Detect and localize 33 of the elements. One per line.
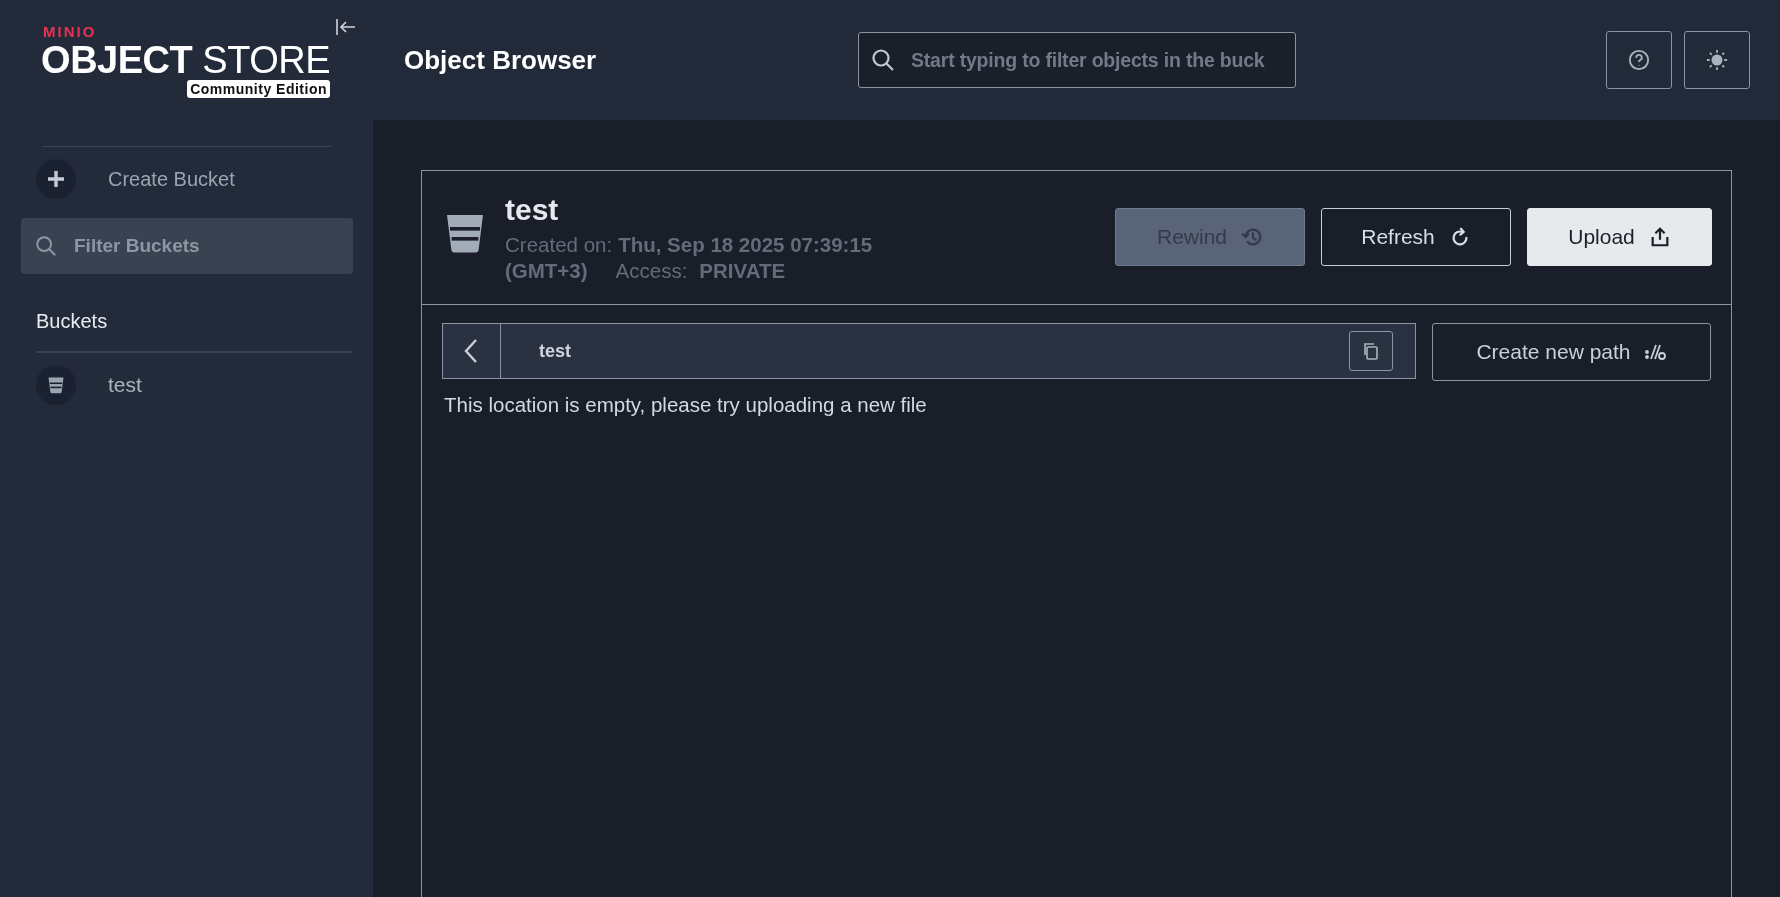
history-icon [1241,226,1263,248]
bucket-icon [46,375,66,395]
refresh-button[interactable]: Refresh [1321,208,1511,266]
sun-icon [1706,49,1728,71]
access-label: Access: [615,258,688,283]
search-icon [871,48,895,72]
bucket-list-item[interactable]: test [36,365,142,405]
search-icon [35,235,57,257]
access-value: PRIVATE [699,258,786,283]
collapse-sidebar-icon[interactable] [335,16,357,38]
copy-icon [1362,342,1380,360]
help-button[interactable] [1606,31,1672,89]
section-title: Buckets [36,310,109,333]
empty-message: This location is empty, please try uploading a new file [444,393,928,417]
filter-buckets-field[interactable]: Filter Buckets [21,218,353,274]
help-icon [1628,49,1650,71]
upload-button[interactable]: Upload [1527,208,1712,266]
theme-toggle-button[interactable] [1684,31,1750,89]
search-field[interactable]: Start typing to filter objects in the buck [858,32,1296,88]
plus-icon [46,169,66,189]
timezone-text: (GMT+3) [505,258,588,283]
create-path-button[interactable]: Create new path [1432,323,1711,381]
brand-logo: MINIO [43,24,97,40]
bucket-name: test [505,192,560,227]
created-date: Thu, Sep 18 2025 07:39:15 [618,232,873,257]
copy-path-button[interactable] [1349,331,1393,371]
new-path-icon [1644,343,1667,361]
product-name: OBJECT STORE [41,40,330,80]
path-text: test [539,340,571,362]
page-title: Object Browser [404,44,598,76]
create-bucket-button[interactable]: Create Bucket [36,159,235,199]
edition-label: Community Edition [187,80,330,98]
created-label: Created on: [505,232,613,257]
